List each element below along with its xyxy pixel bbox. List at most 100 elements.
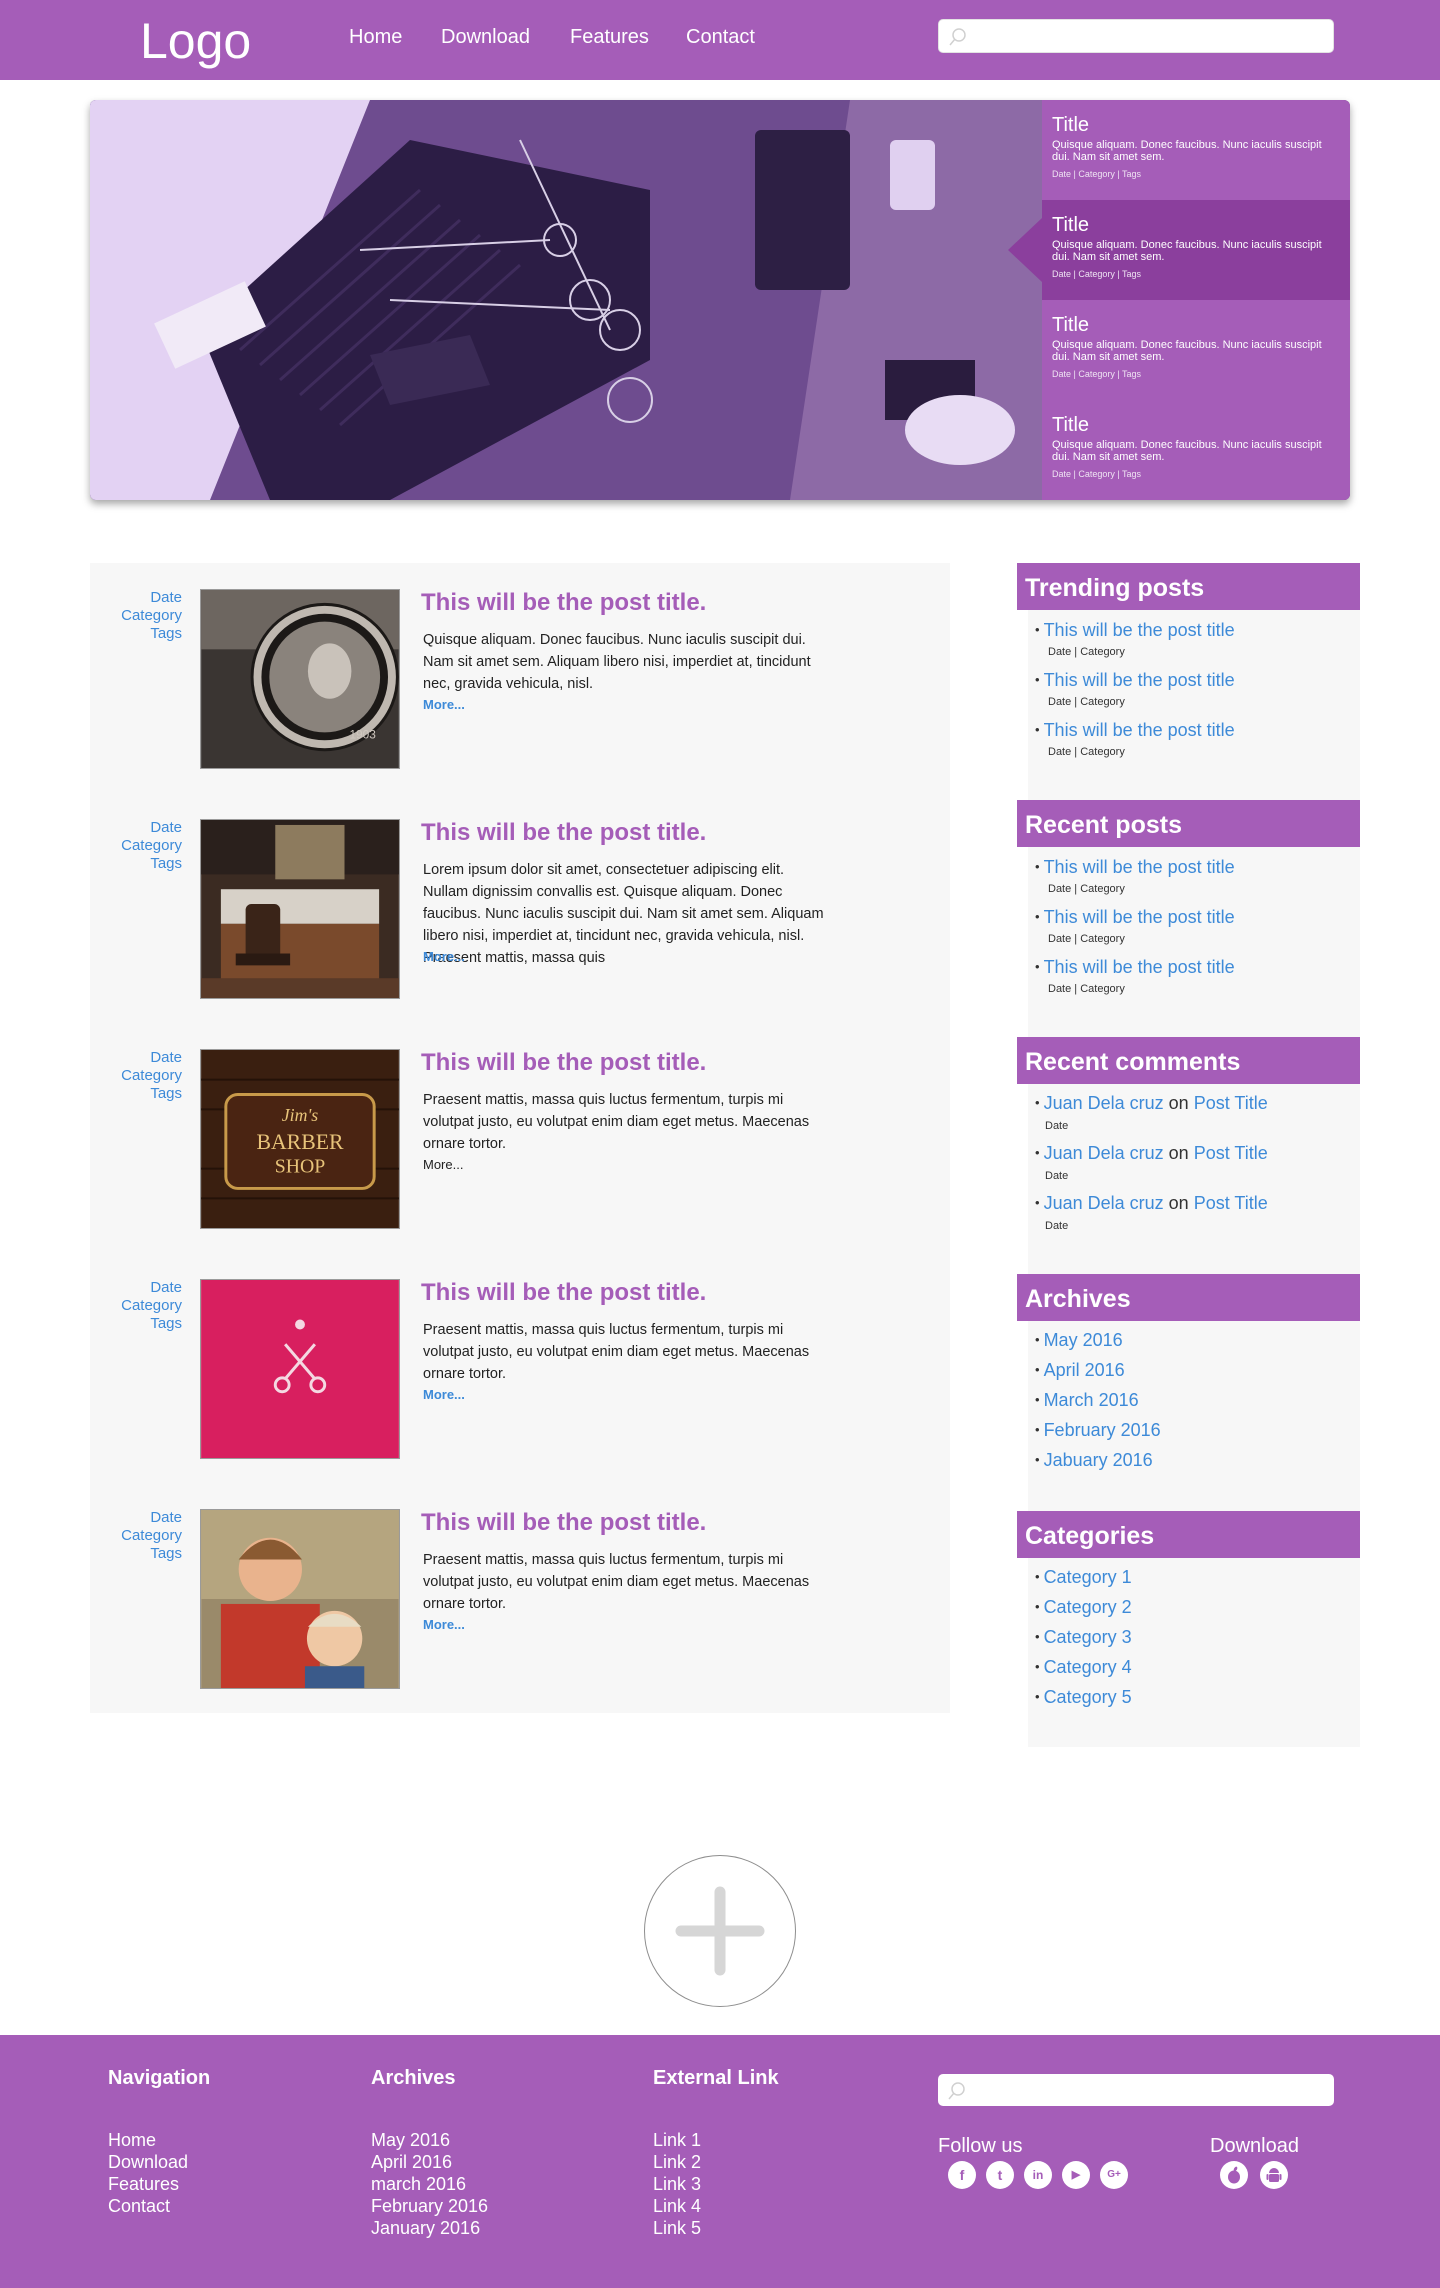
archive-link[interactable]: • May 2016 xyxy=(1035,1330,1123,1351)
nav-home[interactable]: Home xyxy=(349,26,402,49)
comment-author-link[interactable]: Juan Dela cruz xyxy=(1044,1093,1164,1113)
footer-external-link[interactable]: Link 5 xyxy=(653,2217,701,2239)
footer-nav-home[interactable]: Home xyxy=(108,2129,156,2151)
footer-archive-link[interactable]: march 2016 xyxy=(371,2173,466,2195)
post-date[interactable]: Date xyxy=(90,1279,182,1297)
post-card: Date Category Tags 1903 This will be the… xyxy=(90,563,950,793)
post-title[interactable]: This will be the post title. xyxy=(421,589,706,617)
post-title[interactable]: This will be the post title. xyxy=(421,1509,706,1537)
comment-post-link[interactable]: Post Title xyxy=(1194,1193,1268,1213)
post-date[interactable]: Date xyxy=(90,1509,182,1527)
search-input[interactable] xyxy=(938,19,1334,53)
youtube-icon[interactable]: ▶ xyxy=(1062,2161,1090,2189)
post-category[interactable]: Category xyxy=(90,1067,182,1085)
comment-author-link[interactable]: Juan Dela cruz xyxy=(1044,1143,1164,1163)
recent-post-link[interactable]: • This will be the post title xyxy=(1035,957,1235,978)
post-thumbnail-barber-interior[interactable] xyxy=(200,819,400,999)
post-tags[interactable]: Tags xyxy=(90,625,182,643)
archive-link[interactable]: • April 2016 xyxy=(1035,1360,1125,1381)
post-tags[interactable]: Tags xyxy=(90,855,182,873)
more-link[interactable]: More... xyxy=(423,697,465,712)
footer-archive-link[interactable]: February 2016 xyxy=(371,2195,488,2217)
nav-download[interactable]: Download xyxy=(441,26,530,49)
nav-features[interactable]: Features xyxy=(570,26,649,49)
footer-nav-contact[interactable]: Contact xyxy=(108,2195,170,2217)
hero-item[interactable]: Title Quisque aliquam. Donec faucibus. N… xyxy=(1042,100,1350,200)
hero-item-title: Title xyxy=(1052,114,1090,136)
post-meta: Date Category Tags xyxy=(90,819,182,873)
archive-link[interactable]: • Jabuary 2016 xyxy=(1035,1450,1153,1471)
post-tags[interactable]: Tags xyxy=(90,1545,182,1563)
recent-post-link[interactable]: • This will be the post title xyxy=(1035,907,1235,928)
footer-archive-link[interactable]: January 2016 xyxy=(371,2217,480,2239)
hero-item-title: Title xyxy=(1052,414,1090,436)
trending-post-link[interactable]: • This will be the post title xyxy=(1035,720,1235,741)
facebook-icon[interactable]: f xyxy=(948,2161,976,2189)
footer-external-link[interactable]: Link 2 xyxy=(653,2151,701,2173)
post-title[interactable]: This will be the post title. xyxy=(421,1279,706,1307)
twitter-icon[interactable]: t xyxy=(986,2161,1014,2189)
post-date[interactable]: Date xyxy=(90,819,182,837)
post-excerpt: Quisque aliquam. Donec faucibus. Nunc ia… xyxy=(423,632,811,692)
trending-post-link[interactable]: • This will be the post title xyxy=(1035,670,1235,691)
post-title[interactable]: This will be the post title. xyxy=(421,819,706,847)
sign-text-line2: BARBER xyxy=(256,1130,344,1154)
trending-post-meta: Date | Category xyxy=(1048,746,1125,758)
post-excerpt: Praesent mattis, massa quis luctus ferme… xyxy=(423,1322,810,1382)
comment-author-link[interactable]: Juan Dela cruz xyxy=(1044,1193,1164,1213)
post-category[interactable]: Category xyxy=(90,1297,182,1315)
hero-item-active[interactable]: Title Quisque aliquam. Donec faucibus. N… xyxy=(1008,200,1350,300)
comment-post-link[interactable]: Post Title xyxy=(1194,1143,1268,1163)
post-category[interactable]: Category xyxy=(90,607,182,625)
post-date[interactable]: Date xyxy=(90,1049,182,1067)
category-link[interactable]: • Category 4 xyxy=(1035,1657,1132,1678)
nav-contact[interactable]: Contact xyxy=(686,26,755,49)
comment-post-link[interactable]: Post Title xyxy=(1194,1093,1268,1113)
more-link[interactable]: More... xyxy=(423,1617,465,1632)
trending-post-link[interactable]: • This will be the post title xyxy=(1035,620,1235,641)
category-link[interactable]: • Category 1 xyxy=(1035,1567,1132,1588)
footer-archive-link[interactable]: April 2016 xyxy=(371,2151,452,2173)
more-link[interactable]: More... xyxy=(423,1157,463,1172)
google-plus-icon[interactable]: G+ xyxy=(1100,2161,1128,2189)
more-link[interactable]: More... xyxy=(423,1387,465,1402)
post-tags[interactable]: Tags xyxy=(90,1085,182,1103)
category-link[interactable]: • Category 3 xyxy=(1035,1627,1132,1648)
post-card: Date Category Tags This will be the post… xyxy=(90,1483,950,1713)
plus-icon xyxy=(675,1886,765,1976)
android-glyph xyxy=(1266,2168,1282,2182)
archive-link[interactable]: • March 2016 xyxy=(1035,1390,1139,1411)
post-thumbnail-boys[interactable] xyxy=(200,1509,400,1689)
recent-post-link[interactable]: • This will be the post title xyxy=(1035,857,1235,878)
archive-link[interactable]: • February 2016 xyxy=(1035,1420,1161,1441)
footer-external-link[interactable]: Link 1 xyxy=(653,2129,701,2151)
footer-nav-features[interactable]: Features xyxy=(108,2173,179,2195)
recent-comment: • Juan Dela cruz on Post Title xyxy=(1035,1143,1268,1163)
trending-post-meta: Date | Category xyxy=(1048,646,1125,658)
post-category[interactable]: Category xyxy=(90,837,182,855)
linkedin-icon[interactable]: in xyxy=(1024,2161,1052,2189)
android-icon[interactable] xyxy=(1260,2161,1288,2189)
apple-icon[interactable] xyxy=(1220,2161,1248,2189)
footer-external-link[interactable]: Link 3 xyxy=(653,2173,701,2195)
footer-archive-link[interactable]: May 2016 xyxy=(371,2129,450,2151)
hero-item-desc: Quisque aliquam. Donec faucibus. Nunc ia… xyxy=(1052,439,1322,463)
post-thumbnail-barber-sign[interactable]: Jim's BARBER SHOP xyxy=(200,1049,400,1229)
category-link[interactable]: • Category 5 xyxy=(1035,1687,1132,1708)
footer-nav-download[interactable]: Download xyxy=(108,2151,188,2173)
footer-external-link[interactable]: Link 4 xyxy=(653,2195,701,2217)
post-thumbnail-coin[interactable]: 1903 xyxy=(200,589,400,769)
more-link[interactable]: More... xyxy=(423,949,465,964)
post-title[interactable]: This will be the post title. xyxy=(421,1049,706,1077)
post-tags[interactable]: Tags xyxy=(90,1315,182,1333)
post-category[interactable]: Category xyxy=(90,1527,182,1545)
hero-item[interactable]: Title Quisque aliquam. Donec faucibus. N… xyxy=(1042,300,1350,400)
post-date[interactable]: Date xyxy=(90,589,182,607)
category-link[interactable]: • Category 2 xyxy=(1035,1597,1132,1618)
hero-item[interactable]: Title Quisque aliquam. Donec faucibus. N… xyxy=(1042,400,1350,500)
post-thumbnail-scissors[interactable] xyxy=(200,1279,400,1459)
footer-search-input[interactable] xyxy=(938,2074,1334,2106)
footer-archives-heading: Archives xyxy=(371,2067,456,2089)
site-logo[interactable]: Logo xyxy=(140,12,251,70)
load-more-button[interactable] xyxy=(644,1855,796,2007)
